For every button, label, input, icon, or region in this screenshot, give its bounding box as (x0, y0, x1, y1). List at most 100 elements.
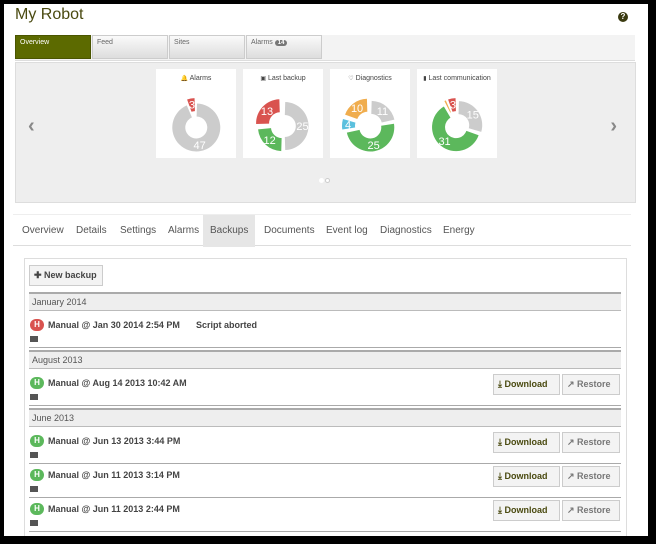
backup-name: Manual @ Jun 11 2013 2:44 PM (48, 504, 180, 514)
restore-button[interactable]: ↗ Restore (562, 500, 620, 521)
download-button[interactable]: ⤓ Download (493, 466, 560, 487)
segment-value-label: 25 (296, 121, 308, 133)
restore-button[interactable]: ↗ Restore (562, 374, 620, 395)
restore-icon: ↗ (567, 471, 578, 481)
carousel-next-icon[interactable]: › (610, 115, 617, 138)
card-title: Last communication (428, 75, 491, 82)
card-label: 🔔 Alarms (156, 74, 236, 92)
segment-value-label: 12 (264, 135, 276, 147)
tab-overview[interactable]: Overview (15, 215, 71, 247)
backup-status-icon: H (30, 435, 44, 447)
summary-card[interactable]: 🔔 Alarms 47 3 (156, 69, 236, 158)
backup-row: H Manual @ Jun 11 2013 2:44 PM ⤓ Downloa… (29, 499, 621, 532)
top-tabs: Overview Feed Sites Alarms 14 (15, 35, 635, 61)
bell-icon: 🔔 (180, 76, 189, 82)
summary-card[interactable]: ♡ Diagnostics 11 25 4 10 (330, 69, 410, 158)
tab-label: Sites (174, 39, 190, 46)
overview-carousel: ‹ › 🔔 Alarms 47 3 ▣ Last backup 25 12 13 ♡ Diag… (15, 62, 636, 203)
button-label: Restore (577, 437, 611, 447)
top-tab-alarms[interactable]: Alarms 14 (246, 35, 322, 59)
backup-name: Manual @ Jun 13 2013 3:44 PM (48, 436, 181, 446)
card-label: ▮ Last communication (417, 74, 497, 92)
restore-button[interactable]: ↗ Restore (562, 432, 620, 453)
segment-value-label: 13 (261, 106, 273, 118)
backup-row: H Manual @ Jun 11 2013 3:14 PM ⤓ Downloa… (29, 465, 621, 498)
plus-icon: ✚ (34, 270, 45, 280)
restore-icon: ↗ (567, 505, 578, 515)
segment-value-label: 3 (189, 99, 195, 111)
backup-row: H Manual @ Jun 13 2013 3:44 PM ⤓ Downloa… (29, 431, 621, 464)
tab-energy[interactable]: Energy (436, 215, 482, 247)
donut-chart: 11 25 410 (342, 98, 395, 152)
heart-icon: ♡ (348, 76, 354, 82)
summary-card[interactable]: ▣ Last backup 25 12 13 (243, 69, 323, 158)
card-title: Last backup (267, 75, 306, 82)
backup-row: H Manual @ Jan 30 2014 2:54 PM Script ab… (29, 315, 621, 348)
backup-status-icon: H (30, 503, 44, 515)
button-label: Restore (577, 471, 611, 481)
button-label: Restore (577, 505, 611, 515)
restore-button[interactable]: ↗ Restore (562, 466, 620, 487)
carousel-dot[interactable] (325, 178, 330, 183)
card-label: ▣ Last backup (243, 74, 323, 92)
top-tab-feed[interactable]: Feed (92, 35, 168, 59)
top-tab-sites[interactable]: Sites (169, 35, 245, 59)
comment-icon[interactable] (30, 452, 38, 458)
button-label: Restore (577, 379, 611, 389)
top-tab-overview[interactable]: Overview (15, 35, 91, 59)
restore-icon: ↗ (567, 437, 578, 447)
tab-backups[interactable]: Backups (203, 215, 256, 247)
segment-value-label: 11 (377, 106, 388, 118)
alarm-count-badge: 14 (274, 40, 288, 46)
tab-settings[interactable]: Settings (113, 215, 163, 247)
restore-icon: ↗ (567, 379, 578, 389)
backup-name: Manual @ Aug 14 2013 10:42 AM (48, 378, 187, 388)
tab-diagnostics[interactable]: Diagnostics (373, 215, 439, 247)
backup-name: Manual @ Jun 11 2013 3:14 PM (48, 470, 180, 480)
comment-icon[interactable] (30, 394, 38, 400)
summary-card[interactable]: ▮ Last communication 15 31 3 (417, 69, 497, 158)
download-button[interactable]: ⤓ Download (493, 432, 560, 453)
backup-row: H Manual @ Aug 14 2013 10:42 AM ⤓ Downlo… (29, 373, 621, 406)
tab-alarms[interactable]: Alarms (161, 215, 206, 247)
backup-status-icon: H (30, 469, 44, 481)
tab-details[interactable]: Details (69, 215, 114, 247)
comment-icon[interactable] (30, 336, 38, 342)
page-title: My Robot (15, 6, 84, 23)
backup-status-text: Script aborted (196, 320, 258, 330)
month-group-header: June 2013 (29, 408, 621, 427)
button-label: New backup (44, 270, 97, 280)
segment-value-label: 15 (467, 110, 479, 122)
floppy-icon: ▣ (260, 76, 266, 82)
segment-value-label: 3 (450, 99, 456, 111)
backup-status-icon: H (30, 377, 44, 389)
carousel-prev-icon[interactable]: ‹ (28, 115, 35, 138)
button-label: Download (504, 379, 548, 389)
segment-value-label: 4 (345, 120, 351, 132)
month-group-header: January 2014 (29, 292, 621, 311)
donut-chart: 47 3 (172, 98, 221, 152)
button-label: Download (504, 505, 548, 515)
backups-panel: ✚ New backup January 2014 H Manual @ Jan … (24, 258, 627, 536)
tab-documents[interactable]: Documents (257, 215, 322, 247)
section-tabs: Overview Details Settings Alarms Backups Docu… (13, 214, 631, 247)
card-label: ♡ Diagnostics (330, 74, 410, 92)
download-button[interactable]: ⤓ Download (493, 500, 560, 521)
tab-label: Feed (97, 39, 113, 46)
new-backup-button[interactable]: ✚ New backup (29, 265, 103, 286)
tab-event-log[interactable]: Event log (319, 215, 375, 247)
card-title: Diagnostics (355, 75, 392, 82)
donut-chart: 25 12 13 (256, 99, 309, 152)
button-label: Download (504, 471, 548, 481)
segment-value-label: 31 (438, 136, 450, 148)
month-group-header: August 2013 (29, 350, 621, 369)
button-label: Download (504, 437, 548, 447)
tab-label: Alarms (251, 39, 273, 46)
comment-icon[interactable] (30, 520, 38, 526)
comment-icon[interactable] (30, 486, 38, 492)
carousel-dot[interactable] (319, 178, 324, 183)
segment-value-label: 47 (194, 140, 206, 152)
help-icon[interactable]: ? (618, 12, 628, 22)
download-button[interactable]: ⤓ Download (493, 374, 560, 395)
segment-value-label: 25 (368, 140, 380, 152)
